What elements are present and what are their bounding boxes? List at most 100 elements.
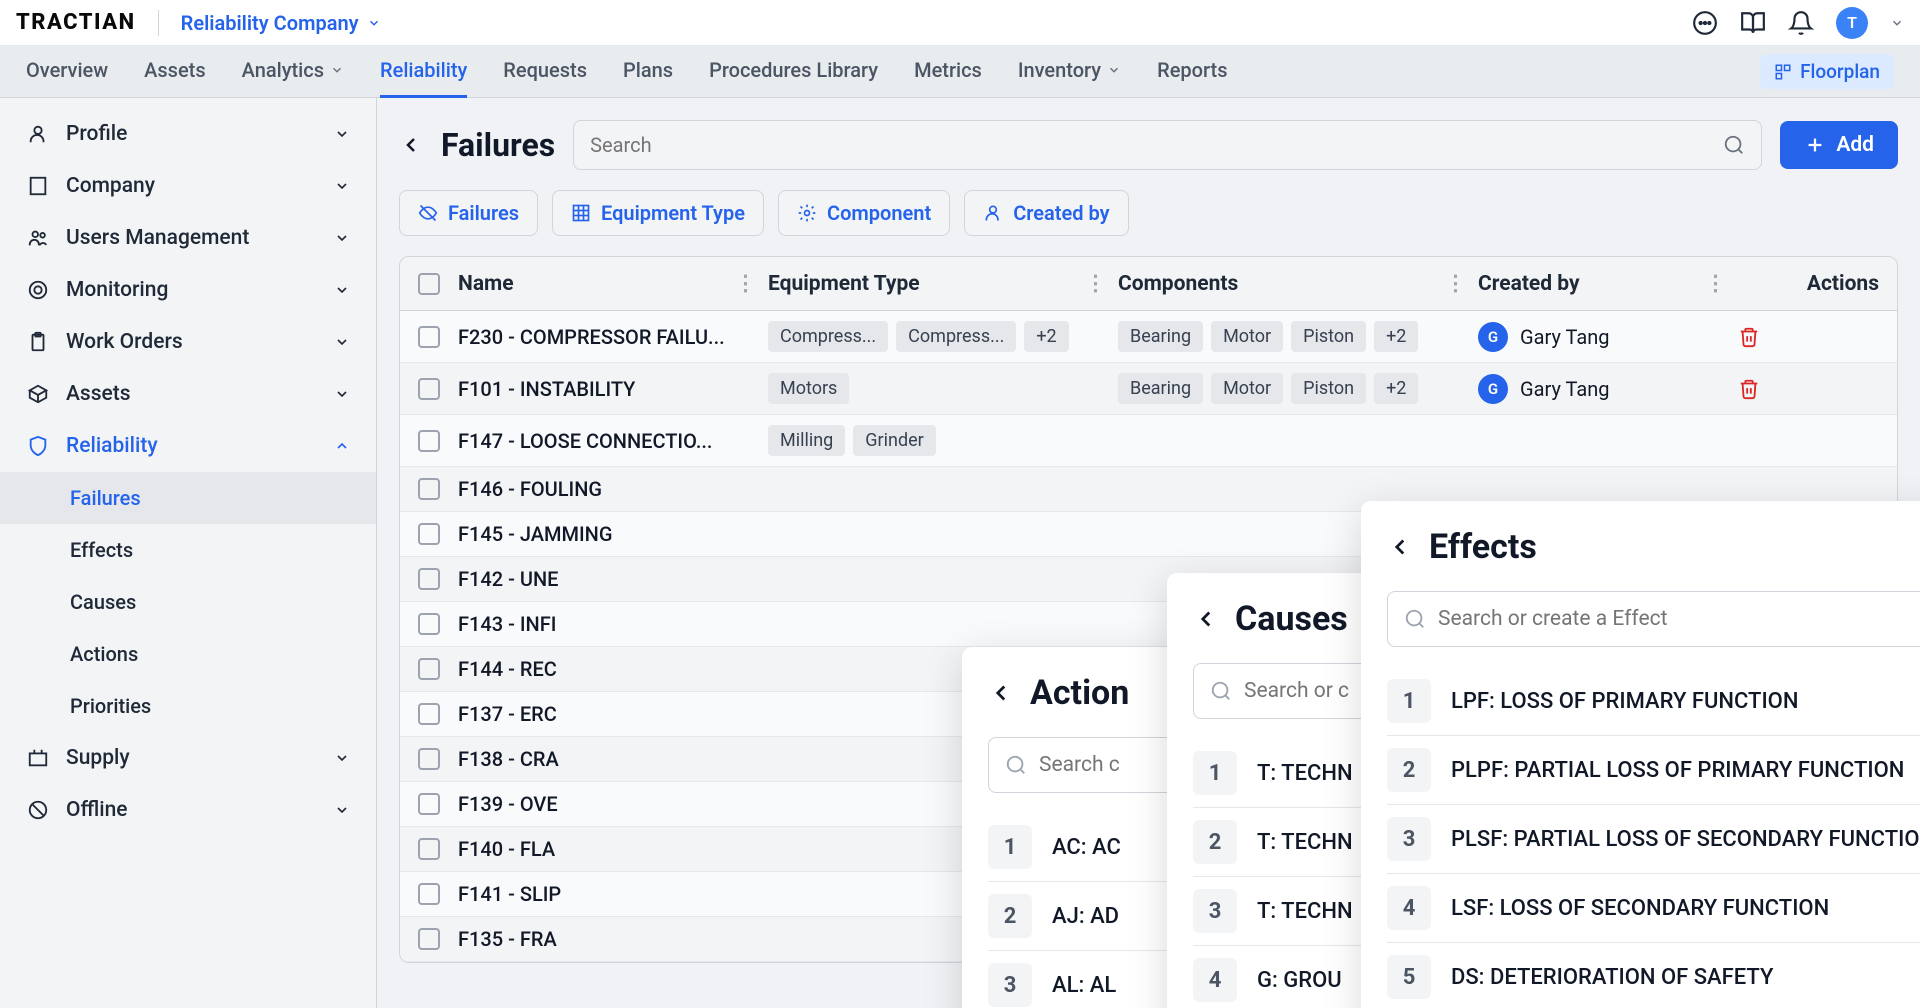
add-button[interactable]: Add <box>1780 121 1898 169</box>
bell-icon[interactable] <box>1788 10 1814 36</box>
sidebar-item-users-management[interactable]: Users Management <box>0 212 376 264</box>
page-header: Failures Add <box>399 120 1898 170</box>
filter-icon <box>571 203 591 223</box>
floorplan-button[interactable]: Floorplan <box>1760 54 1894 89</box>
chevron-down-icon <box>334 230 350 246</box>
page-title: Failures <box>441 126 555 164</box>
row-checkbox[interactable] <box>418 523 440 545</box>
row-checkbox[interactable] <box>418 613 440 635</box>
nav-item-metrics[interactable]: Metrics <box>914 46 982 98</box>
row-checkbox[interactable] <box>418 430 440 452</box>
row-checkbox[interactable] <box>418 478 440 500</box>
row-checkbox[interactable] <box>418 748 440 770</box>
nav-item-procedures-library[interactable]: Procedures Library <box>709 46 878 98</box>
chevron-up-icon <box>334 438 350 454</box>
sidebar-item-offline[interactable]: Offline <box>0 784 376 836</box>
table-row[interactable]: F147 - LOOSE CONNECTIO...MillingGrinder <box>400 415 1897 467</box>
offline-icon <box>26 799 50 821</box>
nav-item-reliability[interactable]: Reliability <box>380 46 467 98</box>
th-name[interactable]: Name⋮ <box>458 271 768 296</box>
list-item[interactable]: 3PLSF: PARTIAL LOSS OF SECONDARY FUNCTIO… <box>1387 805 1920 874</box>
sidebar-subitem-priorities[interactable]: Priorities <box>0 680 376 732</box>
sidebar-item-work-orders[interactable]: Work Orders <box>0 316 376 368</box>
back-icon[interactable] <box>988 680 1014 706</box>
nav-item-plans[interactable]: Plans <box>623 46 673 98</box>
sidebar-item-monitoring[interactable]: Monitoring <box>0 264 376 316</box>
list-item[interactable]: 2PLPF: PARTIAL LOSS OF PRIMARY FUNCTION✕ <box>1387 736 1920 805</box>
chevron-down-icon <box>330 63 344 77</box>
book-icon[interactable] <box>1740 10 1766 36</box>
row-checkbox[interactable] <box>418 658 440 680</box>
row-checkbox[interactable] <box>418 928 440 950</box>
back-icon[interactable] <box>1193 606 1219 632</box>
column-menu-icon[interactable]: ⋮ <box>735 271 756 296</box>
back-icon[interactable] <box>1387 534 1413 560</box>
sidebar-item-assets[interactable]: Assets <box>0 368 376 420</box>
panel-search[interactable] <box>1387 591 1920 647</box>
sidebar-subitem-causes[interactable]: Causes <box>0 576 376 628</box>
filter-created-by[interactable]: Created by <box>964 190 1128 236</box>
user-name: Gary Tang <box>1520 325 1609 349</box>
sidebar-subitem-failures[interactable]: Failures <box>0 472 376 524</box>
filter-failures[interactable]: Failures <box>399 190 538 236</box>
sidebar-item-label: Assets <box>66 382 131 406</box>
nav-item-inventory[interactable]: Inventory <box>1018 46 1121 98</box>
td-name: F139 - OVE <box>458 792 768 816</box>
tag: +2 <box>1374 321 1418 352</box>
sidebar-subitem-actions[interactable]: Actions <box>0 628 376 680</box>
column-menu-icon[interactable]: ⋮ <box>1445 271 1466 296</box>
item-number: 4 <box>1387 886 1431 930</box>
column-menu-icon[interactable]: ⋮ <box>1085 271 1106 296</box>
table-header: Name⋮ Equipment Type⋮ Components⋮ Create… <box>400 257 1897 311</box>
item-label: LSF: LOSS OF SECONDARY FUNCTION <box>1451 896 1920 921</box>
checkbox-all[interactable] <box>418 273 440 295</box>
avatar[interactable]: T <box>1836 7 1868 39</box>
nav-item-overview[interactable]: Overview <box>26 46 108 98</box>
row-checkbox[interactable] <box>418 703 440 725</box>
sidebar-item-supply[interactable]: Supply <box>0 732 376 784</box>
panel-search-input[interactable] <box>1438 607 1920 631</box>
trash-icon[interactable] <box>1738 326 1760 348</box>
table-row[interactable]: F101 - INSTABILITYMotorsBearingMotorPist… <box>400 363 1897 415</box>
row-checkbox[interactable] <box>418 326 440 348</box>
list-item[interactable]: 4LSF: LOSS OF SECONDARY FUNCTION✕ <box>1387 874 1920 943</box>
nav-item-analytics[interactable]: Analytics <box>242 46 344 98</box>
search-input[interactable] <box>590 133 1723 157</box>
sidebar-item-reliability[interactable]: Reliability <box>0 420 376 472</box>
th-equipment[interactable]: Equipment Type⋮ <box>768 271 1118 296</box>
td-name: F146 - FOULING <box>458 477 768 501</box>
target-icon <box>26 279 50 301</box>
row-checkbox[interactable] <box>418 838 440 860</box>
row-checkbox[interactable] <box>418 378 440 400</box>
trash-icon[interactable] <box>1738 378 1760 400</box>
chevron-down-icon[interactable] <box>1890 16 1904 30</box>
column-menu-icon[interactable]: ⋮ <box>1705 271 1726 296</box>
filter-equipment-type[interactable]: Equipment Type <box>552 190 764 236</box>
list-item[interactable]: 1LPF: LOSS OF PRIMARY FUNCTION✕ <box>1387 667 1920 736</box>
box-icon <box>26 383 50 405</box>
list-item[interactable]: 5DS: DETERIORATION OF SAFETY✕ <box>1387 943 1920 1008</box>
nav-item-assets[interactable]: Assets <box>144 46 206 98</box>
nav-item-requests[interactable]: Requests <box>503 46 587 98</box>
sidebar-item-label: Users Management <box>66 226 249 250</box>
table-row[interactable]: F230 - COMPRESSOR FAILU...Compress...Com… <box>400 311 1897 363</box>
tag: Milling <box>768 425 845 456</box>
row-checkbox[interactable] <box>418 883 440 905</box>
th-createdby[interactable]: Created by⋮ <box>1478 271 1738 296</box>
chat-icon[interactable] <box>1692 10 1718 36</box>
company-selector[interactable]: Reliability Company <box>181 11 381 35</box>
td-name: F230 - COMPRESSOR FAILU... <box>458 325 768 349</box>
back-icon[interactable] <box>399 133 423 157</box>
th-components[interactable]: Components⋮ <box>1118 271 1478 296</box>
search-box[interactable] <box>573 120 1762 170</box>
sidebar-subitem-effects[interactable]: Effects <box>0 524 376 576</box>
sidebar-item-profile[interactable]: Profile <box>0 108 376 160</box>
row-checkbox[interactable] <box>418 793 440 815</box>
td-name: F140 - FLA <box>458 837 768 861</box>
nav-item-reports[interactable]: Reports <box>1157 46 1227 98</box>
row-checkbox[interactable] <box>418 568 440 590</box>
sidebar-item-company[interactable]: Company <box>0 160 376 212</box>
td-actions <box>1738 378 1879 400</box>
filter-component[interactable]: Component <box>778 190 950 236</box>
tag: +2 <box>1024 321 1068 352</box>
